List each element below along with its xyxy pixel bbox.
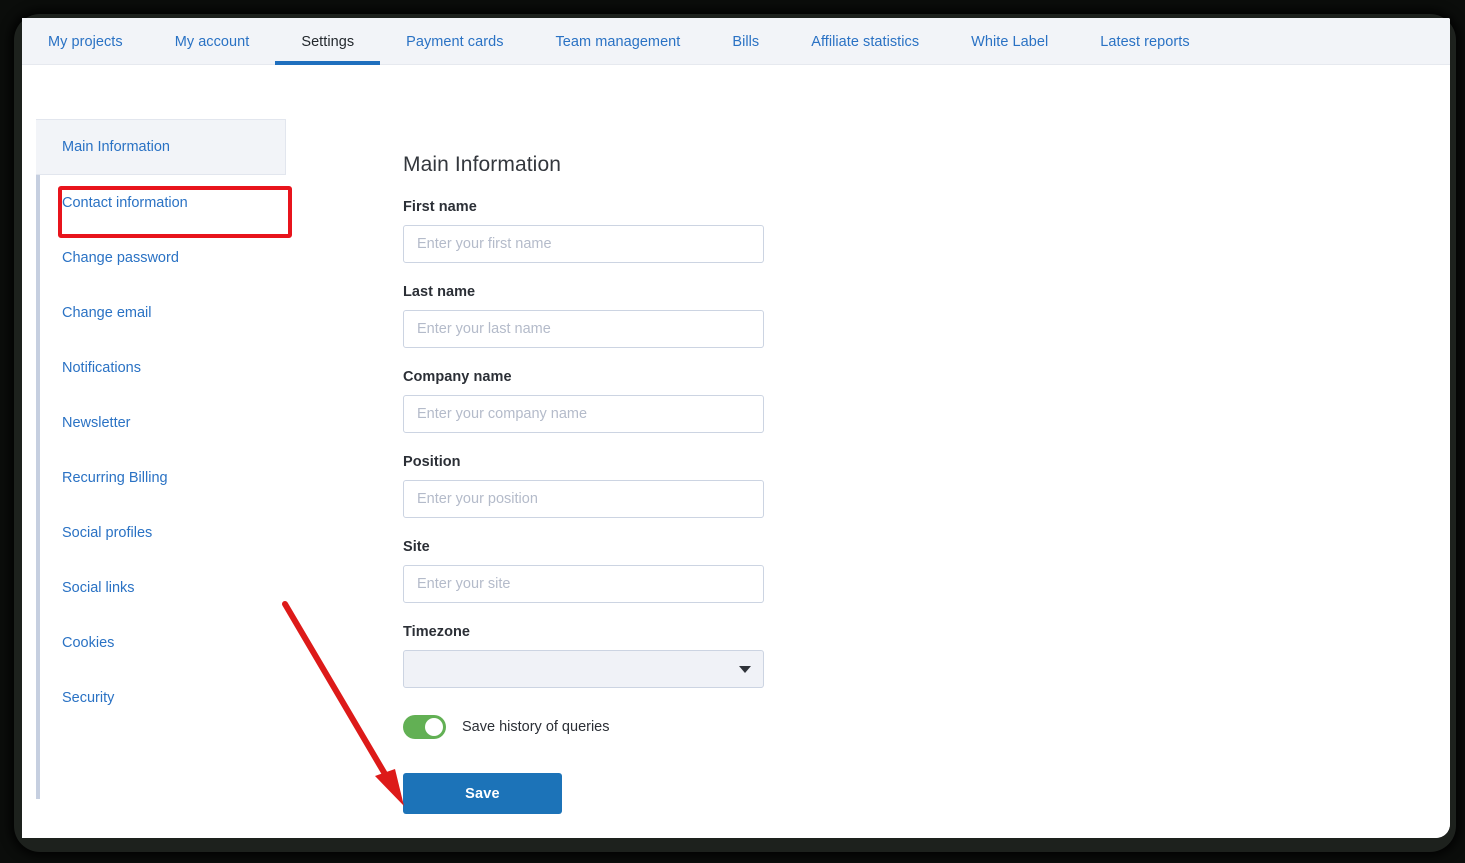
nav-tab-label: Payment cards [406, 33, 504, 50]
page-content: Main Information Contact information Chang… [22, 65, 1450, 838]
nav-tab-label: Team management [555, 33, 681, 50]
nav-tab-label: Affiliate statistics [811, 33, 920, 50]
nav-tab-label: Settings [301, 33, 355, 50]
first-name-field: First name [403, 199, 873, 263]
form-fields-container: First name Last name Company name Position S… [403, 199, 873, 603]
main-information-form: Main Information First name Last name Comp… [403, 153, 873, 814]
nav-tab-latest-reports[interactable]: Latest reports [1074, 18, 1215, 65]
sidebar-item-newsletter[interactable]: Newsletter [36, 395, 286, 450]
sidebar-item-label: Cookies [62, 634, 115, 651]
nav-tab-payment-cards[interactable]: Payment cards [380, 18, 529, 65]
sidebar-item-social-profiles[interactable]: Social profiles [36, 505, 286, 560]
page-title: Main Information [403, 153, 562, 176]
timezone-select-wrapper [403, 650, 764, 688]
sidebar-item-label: Notifications [62, 359, 141, 376]
last-name-label: Last name [403, 284, 476, 300]
sidebar-item-recurring-billing[interactable]: Recurring Billing [36, 450, 286, 505]
nav-tab-affiliate-statistics[interactable]: Affiliate statistics [785, 18, 945, 65]
sidebar-item-main-information[interactable]: Main Information [36, 119, 286, 175]
nav-tab-label: My projects [48, 33, 123, 50]
last-name-field: Last name [403, 284, 873, 348]
sidebar-item-label: Change password [62, 249, 179, 266]
nav-tab-settings[interactable]: Settings [275, 18, 381, 65]
timezone-field: Timezone [403, 624, 873, 688]
save-button[interactable]: Save [403, 773, 562, 814]
sidebar-item-label: Security [62, 689, 115, 706]
sidebar-item-label: Recurring Billing [62, 469, 168, 486]
sidebar-item-contact-information[interactable]: Contact information [36, 175, 286, 230]
sidebar-item-change-email[interactable]: Change email [36, 285, 286, 340]
first-name-input[interactable] [403, 225, 764, 263]
company-name-input[interactable] [403, 395, 764, 433]
sidebar-item-label: Contact information [62, 194, 188, 211]
device-frame: My projects My account Settings Payment car… [0, 0, 1465, 863]
nav-tab-bills[interactable]: Bills [706, 18, 785, 65]
sidebar-menu-list: Main Information Contact information Chang… [36, 119, 286, 725]
sidebar-item-social-links[interactable]: Social links [36, 560, 286, 615]
last-name-input[interactable] [403, 310, 764, 348]
nav-tab-team-management[interactable]: Team management [530, 18, 707, 65]
save-history-row: Save history of queries [403, 715, 873, 739]
sidebar-item-label: Newsletter [62, 414, 131, 431]
site-field: Site [403, 539, 873, 603]
nav-tab-label: Latest reports [1100, 33, 1190, 50]
top-navigation-bar: My projects My account Settings Payment car… [22, 18, 1450, 65]
position-field: Position [403, 454, 873, 518]
nav-tab-white-label[interactable]: White Label [945, 18, 1074, 65]
settings-sidebar: Main Information Contact information Chang… [36, 119, 286, 799]
timezone-label: Timezone [403, 624, 471, 640]
nav-tab-label: White Label [971, 33, 1049, 50]
site-label: Site [403, 539, 430, 555]
sidebar-item-security[interactable]: Security [36, 670, 286, 725]
app-viewport: My projects My account Settings Payment car… [22, 18, 1450, 838]
sidebar-item-label: Change email [62, 304, 152, 321]
first-name-label: First name [403, 199, 477, 215]
nav-tab-label: Bills [732, 33, 760, 50]
sidebar-item-cookies[interactable]: Cookies [36, 615, 286, 670]
nav-tab-my-account[interactable]: My account [149, 18, 276, 65]
site-input[interactable] [403, 565, 764, 603]
save-history-toggle[interactable] [403, 715, 446, 739]
timezone-select[interactable] [403, 650, 764, 688]
position-input[interactable] [403, 480, 764, 518]
company-name-label: Company name [403, 369, 512, 385]
nav-tab-label: My account [174, 33, 250, 50]
toggle-knob [425, 718, 443, 736]
sidebar-item-notifications[interactable]: Notifications [36, 340, 286, 395]
sidebar-item-change-password[interactable]: Change password [36, 230, 286, 285]
sidebar-item-label: Main Information [62, 139, 170, 155]
sidebar-item-label: Social links [62, 579, 135, 596]
save-history-label: Save history of queries [462, 719, 610, 735]
sidebar-item-label: Social profiles [62, 524, 153, 541]
top-nav-list: My projects My account Settings Payment car… [22, 18, 1216, 65]
company-name-field: Company name [403, 369, 873, 433]
position-label: Position [403, 454, 461, 470]
nav-tab-my-projects[interactable]: My projects [22, 18, 149, 65]
